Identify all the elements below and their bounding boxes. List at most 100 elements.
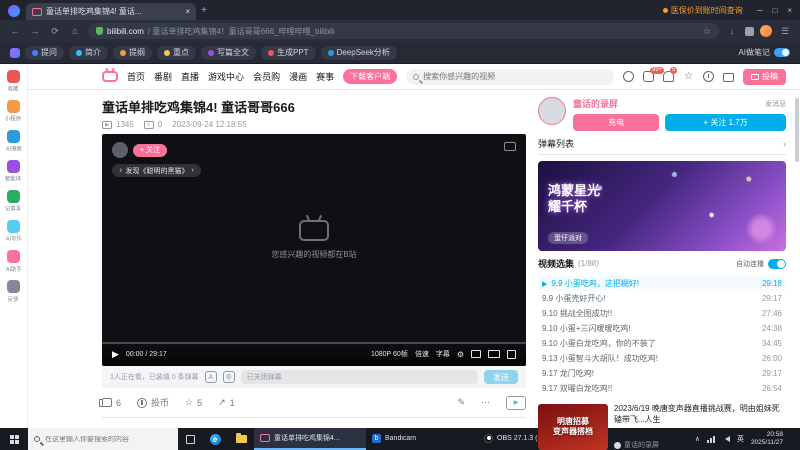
episode-item[interactable]: 9.10 小蛋白龙吃鸡，你的不装了 34:45 — [538, 336, 786, 351]
downloads-icon[interactable]: ↓ — [725, 26, 739, 36]
ai-notes-switch[interactable] — [774, 48, 790, 57]
player-settings-icon[interactable]: ⚙ — [457, 350, 464, 359]
minimize-icon[interactable]: ─ — [757, 6, 763, 15]
episode-item[interactable]: ▶ 9.9 小蛋吃鸡，这把糊好! 29:18 — [538, 276, 786, 291]
taskbar-window-bandicam[interactable]: b Bandicam — [366, 428, 478, 450]
related-promo-card[interactable]: 明唐招募 变声器搭档 2023/6/19 晚唐变声器直播挑战赛，明由姐妹死磕带飞… — [538, 404, 786, 450]
sidebar-item-miniapps[interactable]: 小程序 — [4, 100, 22, 123]
danmaku-list-header[interactable]: 弹幕列表 › — [538, 137, 786, 155]
widescreen-icon[interactable] — [488, 350, 500, 358]
episode-item[interactable]: 9.17 龙门吃鸡! 29:17 — [538, 366, 786, 381]
browser-logo-icon[interactable] — [8, 5, 20, 17]
start-button[interactable] — [0, 428, 28, 450]
page-scrollbar[interactable] — [795, 98, 799, 162]
episode-item[interactable]: 9.13 小蛋智斗大胡队！成功吃鸡! 26:00 — [538, 351, 786, 366]
quality-selector[interactable]: 1080P 60帧 — [371, 349, 408, 359]
taskbar-window-bilibili[interactable]: 童话单排吃鸡集锦4... — [254, 428, 366, 450]
danmaku-input[interactable] — [240, 370, 478, 384]
mini-player-button[interactable]: ▶ — [506, 395, 526, 410]
browser-profile-avatar[interactable] — [760, 25, 772, 37]
player-music-tag[interactable]: ♪ 发现《聪明的黑猫》 › — [112, 164, 201, 177]
creator-center-icon[interactable] — [723, 72, 734, 82]
episode-item[interactable]: 9.10 挑战全图成功!! 27:46 — [538, 306, 786, 321]
video-player[interactable]: + 关注 ♪ 发现《聪明的黑猫》 › 您感兴趣的视频都在B站 ▶ 00:00 /… — [102, 134, 526, 366]
url-field[interactable]: bilibili.com / 童话单排吃鸡集锦4！童话哥哥666_哔哩哔哩_bi… — [88, 23, 719, 39]
nav-live[interactable]: 直播 — [181, 70, 199, 83]
pip-icon[interactable] — [471, 350, 481, 358]
player-follow-button[interactable]: + 关注 — [133, 143, 168, 157]
pinned-edge[interactable]: e — [202, 428, 228, 450]
nav-home[interactable]: 首页 — [127, 70, 145, 83]
more-button[interactable]: ⋯ — [481, 397, 490, 408]
note-button[interactable]: ✎ — [457, 397, 465, 408]
dynamic-icon[interactable]: 5 — [663, 67, 678, 82]
ai-button-fulltext[interactable]: 写篇全文 — [201, 45, 256, 60]
nav-manga[interactable]: 漫画 — [289, 70, 307, 83]
follow-button[interactable]: + 关注 1.7万 — [665, 114, 786, 131]
play-button-icon[interactable]: ▶ — [112, 349, 119, 360]
uploader-avatar[interactable] — [538, 97, 566, 125]
uploader-name[interactable]: 童话的录屏 — [573, 97, 618, 110]
sidebar-item-favorites[interactable]: 收藏 — [7, 70, 20, 93]
favorites-star-icon[interactable]: ☆ — [683, 71, 694, 82]
browser-menu-icon[interactable]: ☰ — [778, 26, 792, 37]
danmaku-send-button[interactable]: 发送 — [484, 370, 518, 384]
subtitle-button[interactable]: 字幕 — [436, 349, 450, 359]
ai-button-summary[interactable]: 简介 — [69, 45, 108, 60]
sidebar-item-feedback[interactable]: 反馈 — [7, 280, 20, 303]
maximize-icon[interactable]: □ — [772, 6, 777, 15]
ai-notes-toggle[interactable]: AI做笔记 — [738, 47, 790, 58]
send-message-link[interactable]: 发消息 — [765, 99, 786, 109]
share-button[interactable]: ↗ 1 — [218, 397, 235, 408]
message-icon[interactable]: 99+ — [643, 67, 665, 82]
news-ticker[interactable]: 医保价到账时间查询 — [662, 5, 743, 16]
forward-icon[interactable]: → — [28, 26, 42, 36]
danmaku-style-icon[interactable]: A — [204, 371, 217, 383]
episode-item[interactable]: 9.9 小蛋壳好开心! 29:17 — [538, 291, 786, 306]
task-view-button[interactable] — [178, 428, 202, 450]
extensions-icon[interactable] — [745, 26, 754, 36]
taskbar-search-input[interactable] — [45, 435, 172, 443]
vip-icon[interactable] — [623, 71, 634, 82]
fullscreen-icon[interactable] — [507, 349, 516, 359]
sidebar-item-notes[interactable]: 记事本 — [4, 190, 22, 213]
sidebar-item-ai-assistant[interactable]: AI助手 — [5, 250, 23, 273]
ai-button-deepseek[interactable]: DeepSeek分析 — [320, 45, 397, 60]
danmaku-settings-icon[interactable]: ⚙ — [222, 371, 235, 383]
nav-game-center[interactable]: 游戏中心 — [208, 70, 244, 83]
download-client-button[interactable]: 下载客户端 — [343, 69, 398, 84]
nav-esports[interactable]: 赛事 — [316, 70, 334, 83]
charge-button[interactable]: 充电 — [573, 114, 660, 131]
nav-anime[interactable]: 番剧 — [154, 70, 172, 83]
reload-icon[interactable]: ⟳ — [48, 26, 62, 37]
promo-banner[interactable]: 鸿蒙星光 耀千杯 蛋仔派对 — [538, 161, 786, 251]
ai-button-outline[interactable]: 提纲 — [113, 45, 152, 60]
tab-close-icon[interactable]: × — [185, 7, 190, 16]
autoplay-toggle[interactable] — [768, 258, 786, 269]
ai-button-ask[interactable]: 提问 — [25, 45, 64, 60]
new-tab-button[interactable]: + — [196, 2, 212, 18]
home-icon[interactable]: ⌂ — [68, 26, 82, 36]
bookmark-star-icon[interactable]: ☆ — [703, 26, 711, 37]
sidebar-item-agent[interactable]: 智能体 — [4, 160, 22, 183]
progress-bar[interactable] — [102, 342, 526, 344]
back-icon[interactable]: ← — [8, 26, 22, 36]
sidebar-item-ai-search[interactable]: AI搜索 — [5, 130, 23, 153]
bili-search-box[interactable] — [406, 68, 614, 85]
like-button[interactable]: 6 — [99, 398, 121, 408]
favorite-button[interactable]: ☆ 5 — [185, 397, 202, 408]
cast-icon[interactable] — [504, 142, 516, 151]
browser-tab[interactable]: 童话单排吃鸡集锦4! 童话... × — [26, 3, 196, 20]
episode-item[interactable]: 9.17 双曜白龙吃鸡!! 26:54 — [538, 381, 786, 396]
history-icon[interactable] — [703, 71, 714, 82]
sidebar-item-ai-writing[interactable]: AI写作 — [5, 220, 23, 243]
speed-selector[interactable]: 倍速 — [415, 349, 429, 359]
pinned-explorer[interactable] — [228, 428, 254, 450]
coin-button[interactable]: 投币 — [137, 396, 169, 409]
ai-button-highlights[interactable]: 重点 — [157, 45, 196, 60]
uploader-avatar-small[interactable] — [112, 142, 128, 158]
episode-item[interactable]: 9.10 小蛋+三闪暖暖吃鸡! 24:38 — [538, 321, 786, 336]
upload-button[interactable]: 投稿 — [743, 68, 786, 85]
close-icon[interactable]: × — [787, 6, 792, 15]
ai-button-ppt[interactable]: 生成PPT — [261, 45, 316, 60]
